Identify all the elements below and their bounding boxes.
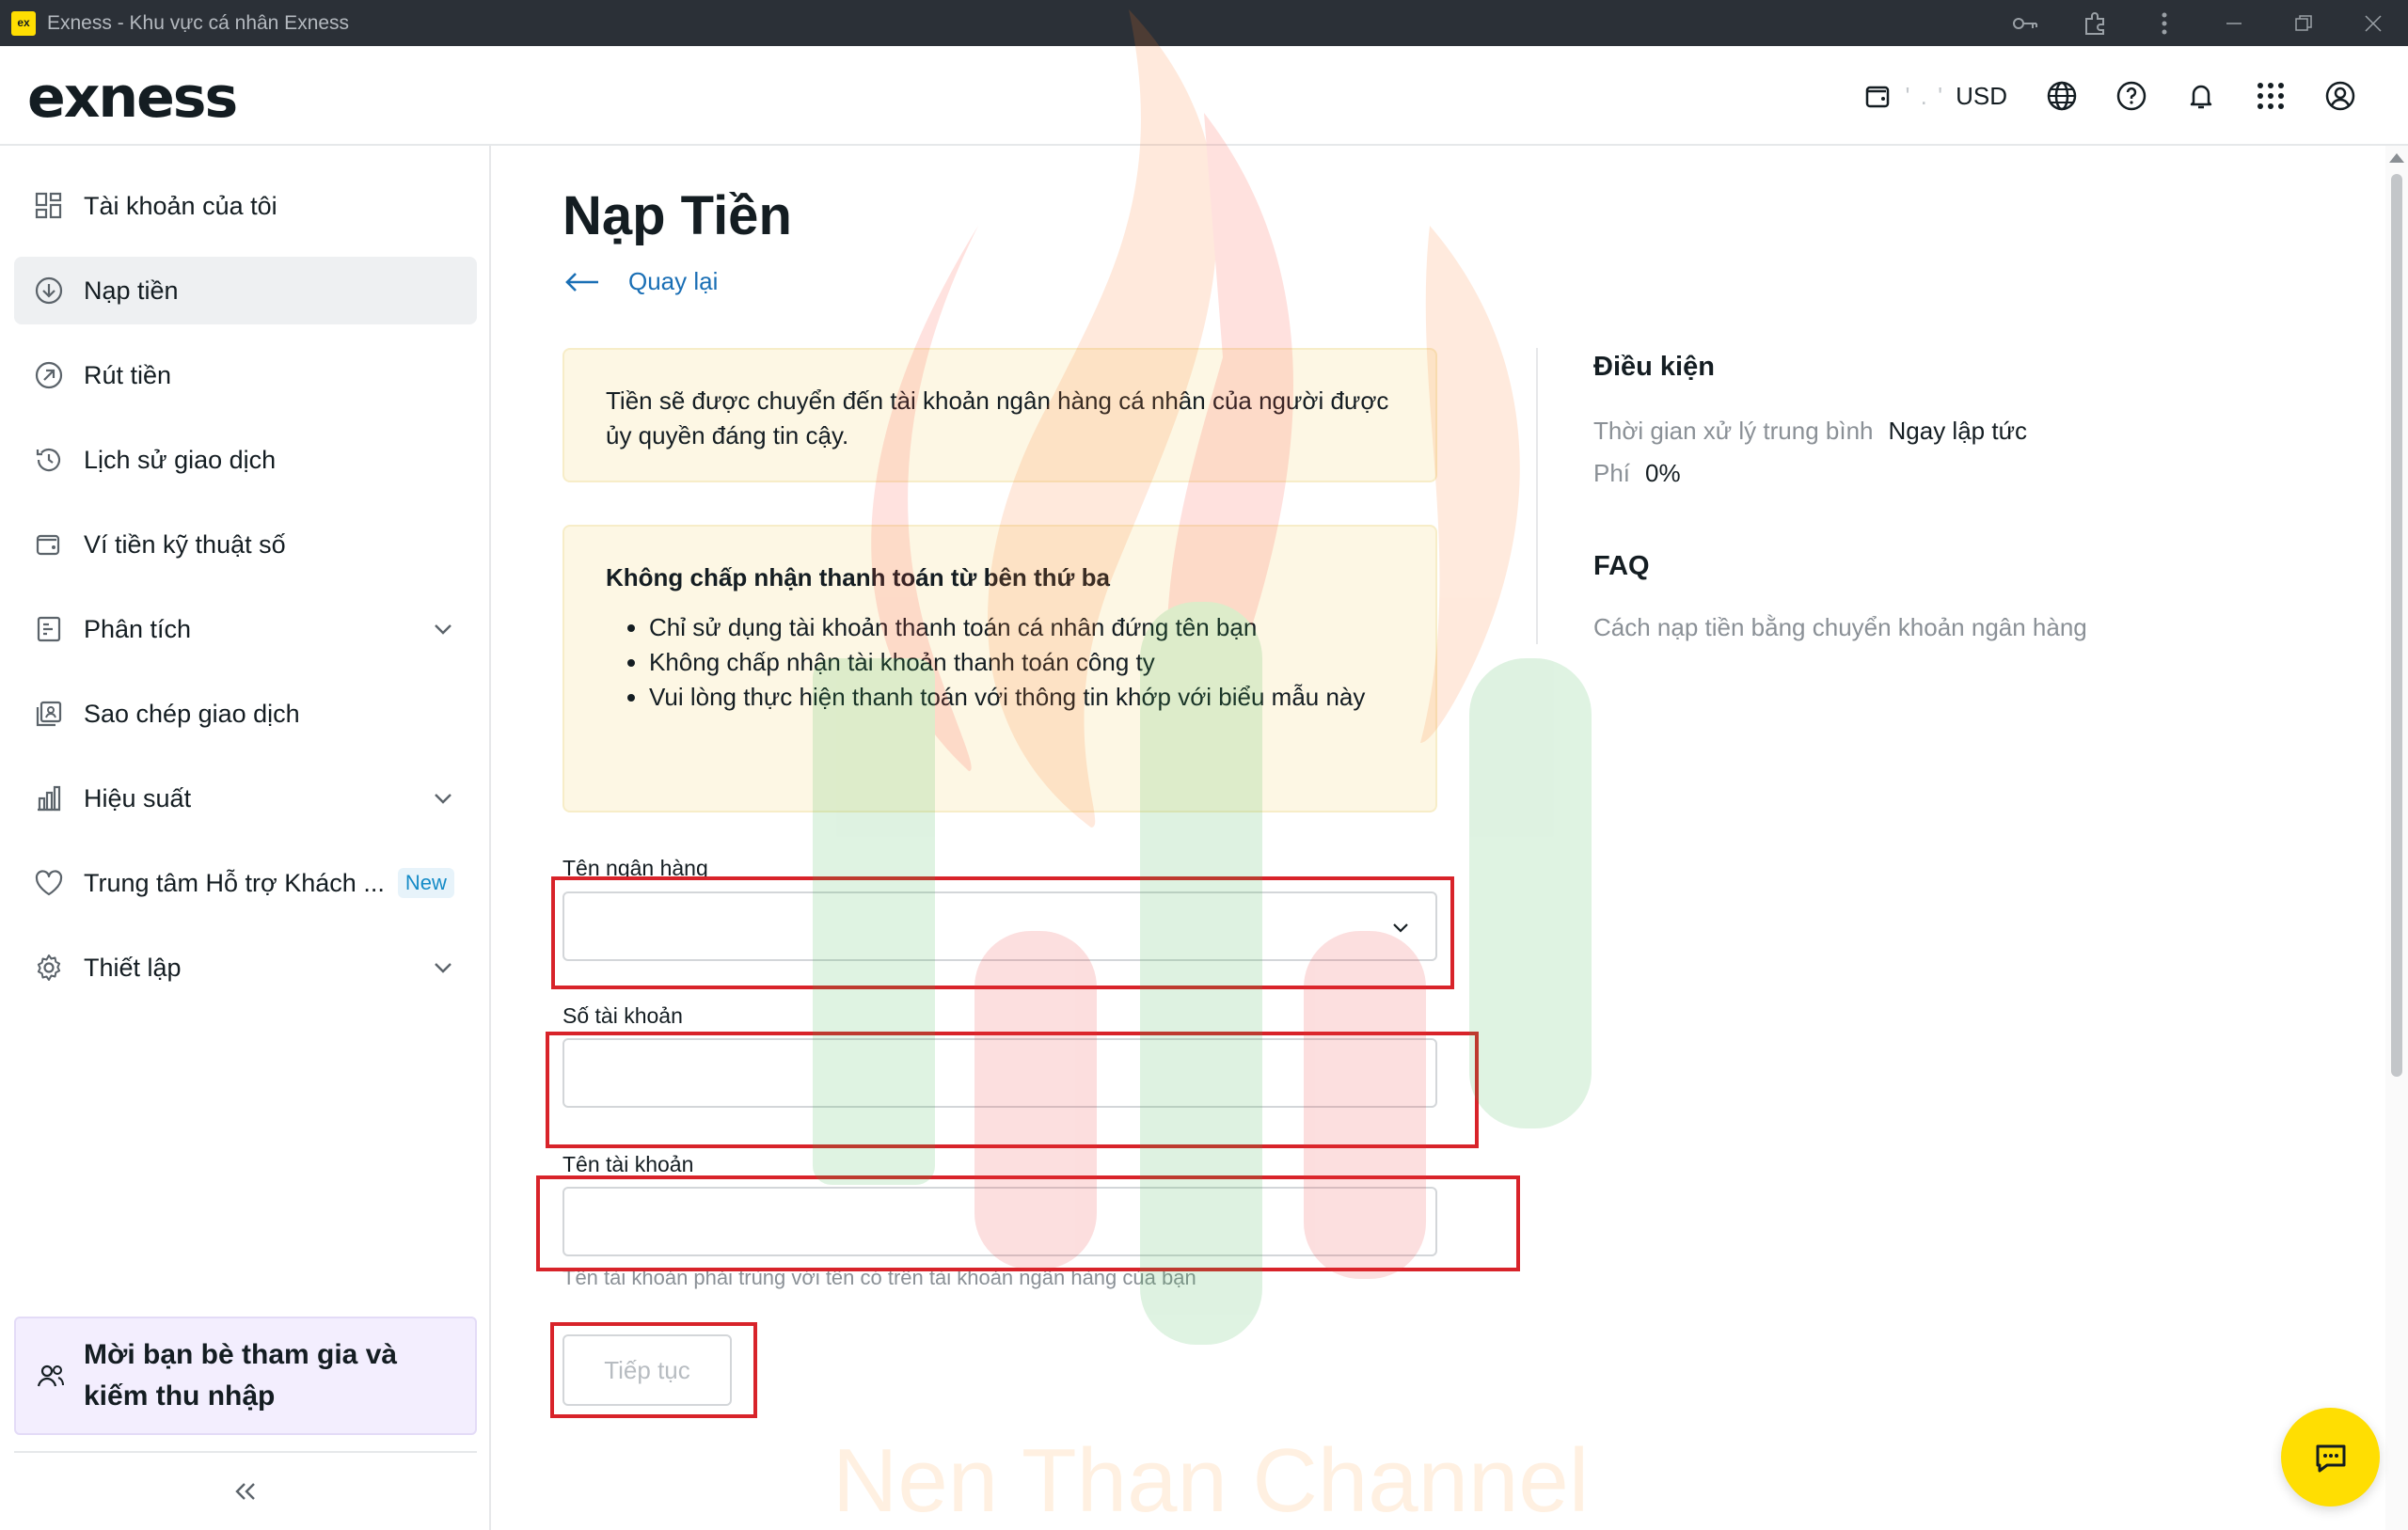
invite-text: Mời bạn bè tham gia và kiếm thu nhập [84, 1339, 398, 1412]
sidebar-item-label: Thiết lập [84, 953, 182, 982]
third-party-warning: Không chấp nhận thanh toán từ bên thứ ba… [562, 525, 1437, 812]
watermark-text: Nen Than Channel [832, 1430, 1590, 1530]
sidebar-item-performance[interactable]: Hiệu suất [14, 765, 477, 832]
processing-time-row: Thời gian xử lý trung bình Ngay lập tức [1593, 417, 2027, 446]
sidebar-item-deposit[interactable]: Nạp tiền [14, 257, 477, 324]
apps-grid-icon[interactable] [2252, 77, 2289, 115]
users-icon [35, 1360, 67, 1392]
sidebar-item-copy-trading[interactable]: Sao chép giao dịch [14, 680, 477, 748]
settings-icon [33, 952, 65, 984]
page-title: Nạp Tiền [562, 185, 792, 246]
invite-friends-banner[interactable]: Mời bạn bè tham gia và kiếm thu nhập [14, 1317, 477, 1435]
withdraw-icon [33, 359, 65, 391]
back-label: Quay lại [628, 267, 719, 295]
sidebar-item-settings[interactable]: Thiết lập [14, 934, 477, 1002]
live-chat-button[interactable] [2281, 1408, 2380, 1506]
bell-icon[interactable] [2182, 77, 2220, 115]
sidebar-item-analytics[interactable]: Phân tích [14, 595, 477, 663]
account-name-label: Tên tài khoản [562, 1152, 694, 1176]
highlight-box [536, 1175, 1520, 1271]
currency-label: USD [1956, 81, 2007, 110]
user-profile-icon[interactable] [2321, 77, 2359, 115]
sidebar-item-label: Phân tích [84, 614, 192, 643]
back-link[interactable]: Quay lại [564, 267, 718, 296]
warning-list: Chỉ sử dụng tài khoản thanh toán cá nhân… [579, 610, 1394, 715]
processing-time-value: Ngay lập tức [1888, 417, 2027, 445]
wallet-icon [33, 528, 65, 560]
sidebar-item-label: Hiệu suất [84, 783, 192, 812]
app-logo-icon: ex [11, 10, 36, 36]
balance-widget[interactable]: ' . ' USD [1863, 81, 2007, 111]
chevron-down-icon[interactable] [430, 785, 456, 812]
deposit-icon [33, 275, 65, 307]
collapse-sidebar-button[interactable] [14, 1451, 477, 1530]
chevron-down-icon[interactable] [430, 954, 456, 981]
list-item: Chỉ sử dụng tài khoản thanh toán cá nhân… [649, 610, 1394, 645]
list-item: Không chấp nhận tài khoản thanh toán côn… [649, 645, 1394, 680]
history-icon [33, 444, 65, 476]
chevron-down-icon[interactable] [430, 616, 456, 642]
sidebar-item-label: Sao chép giao dịch [84, 699, 300, 728]
highlight-box [551, 876, 1454, 989]
new-badge: New [397, 868, 454, 898]
fee-row: Phí 0% [1593, 459, 1681, 488]
sidebar-item-label: Rút tiền [84, 360, 172, 389]
key-icon[interactable] [1990, 0, 2060, 46]
header-actions: ' . ' USD [1863, 46, 2359, 146]
sidebar-item-label: Lịch sử giao dịch [84, 445, 277, 474]
fee-label: Phí [1593, 459, 1631, 487]
chat-icon [2316, 1444, 2345, 1472]
account-number-label: Số tài khoản [562, 1003, 683, 1028]
sidebar-item-label: Ví tiền kỹ thuật số [84, 529, 286, 559]
close-icon[interactable] [2338, 0, 2408, 46]
faq-title: FAQ [1593, 551, 1650, 581]
globe-icon[interactable] [2043, 77, 2081, 115]
arrow-left-icon [565, 272, 598, 292]
notice-text: Tiền sẽ được chuyển đến tài khoản ngân h… [606, 386, 1389, 450]
highlight-box [546, 1032, 1479, 1148]
app-header: exness ' . ' USD [0, 46, 2408, 146]
sidebar-item-label: Tài khoản của tôi [84, 191, 277, 220]
faq-link[interactable]: Cách nạp tiền bằng chuyển khoản ngân hàn… [1593, 613, 2087, 642]
sidebar-item-label: Trung tâm Hỗ trợ Khách ... [84, 868, 385, 897]
restore-icon[interactable] [2269, 0, 2338, 46]
list-item: Vui lòng thực hiện thanh toán với thông … [649, 680, 1394, 715]
fee-value: 0% [1645, 459, 1681, 487]
window-titlebar: ex Exness - Khu vực cá nhân Exness [0, 0, 2408, 46]
copy-trading-icon [33, 698, 65, 730]
balance-masked: ' . ' [1905, 81, 1945, 110]
more-vertical-icon[interactable] [2130, 0, 2199, 46]
scrollbar[interactable] [2385, 146, 2408, 1530]
sidebar-item-label: Nạp tiền [84, 276, 179, 305]
highlight-box [550, 1322, 757, 1418]
performance-icon [33, 782, 65, 814]
sidebar-item-support[interactable]: Trung tâm Hỗ trợ Khách ... New [14, 849, 477, 917]
help-icon[interactable] [2113, 77, 2150, 115]
sidebar: Tài khoản của tôi Nạp tiền Rút tiền Lịch… [0, 146, 491, 1530]
extension-icon[interactable] [2060, 0, 2130, 46]
sidebar-item-history[interactable]: Lịch sử giao dịch [14, 426, 477, 494]
sidebar-item-my-accounts[interactable]: Tài khoản của tôi [14, 172, 477, 240]
panel-divider [1536, 348, 1538, 644]
sidebar-item-withdraw[interactable]: Rút tiền [14, 341, 477, 409]
sidebar-item-crypto-wallet[interactable]: Ví tiền kỹ thuật số [14, 511, 477, 578]
info-notice: Tiền sẽ được chuyển đến tài khoản ngân h… [562, 348, 1437, 482]
double-chevron-left-icon [235, 1483, 255, 1500]
heart-icon [33, 867, 65, 899]
minimize-icon[interactable] [2199, 0, 2269, 46]
window-controls [1990, 0, 2408, 46]
processing-time-label: Thời gian xử lý trung bình [1593, 417, 1874, 445]
window-title: Exness - Khu vực cá nhân Exness [47, 11, 350, 34]
scroll-up-arrow-icon[interactable] [2389, 153, 2404, 163]
wallet-icon [1866, 86, 1890, 108]
conditions-title: Điều kiện [1593, 352, 1715, 382]
analytics-icon [33, 613, 65, 645]
scroll-thumb[interactable] [2391, 174, 2402, 1077]
warning-title: Không chấp nhận thanh toán từ bên thứ ba [606, 563, 1110, 591]
exness-logo[interactable]: exness [27, 65, 238, 131]
dashboard-icon [33, 190, 65, 222]
